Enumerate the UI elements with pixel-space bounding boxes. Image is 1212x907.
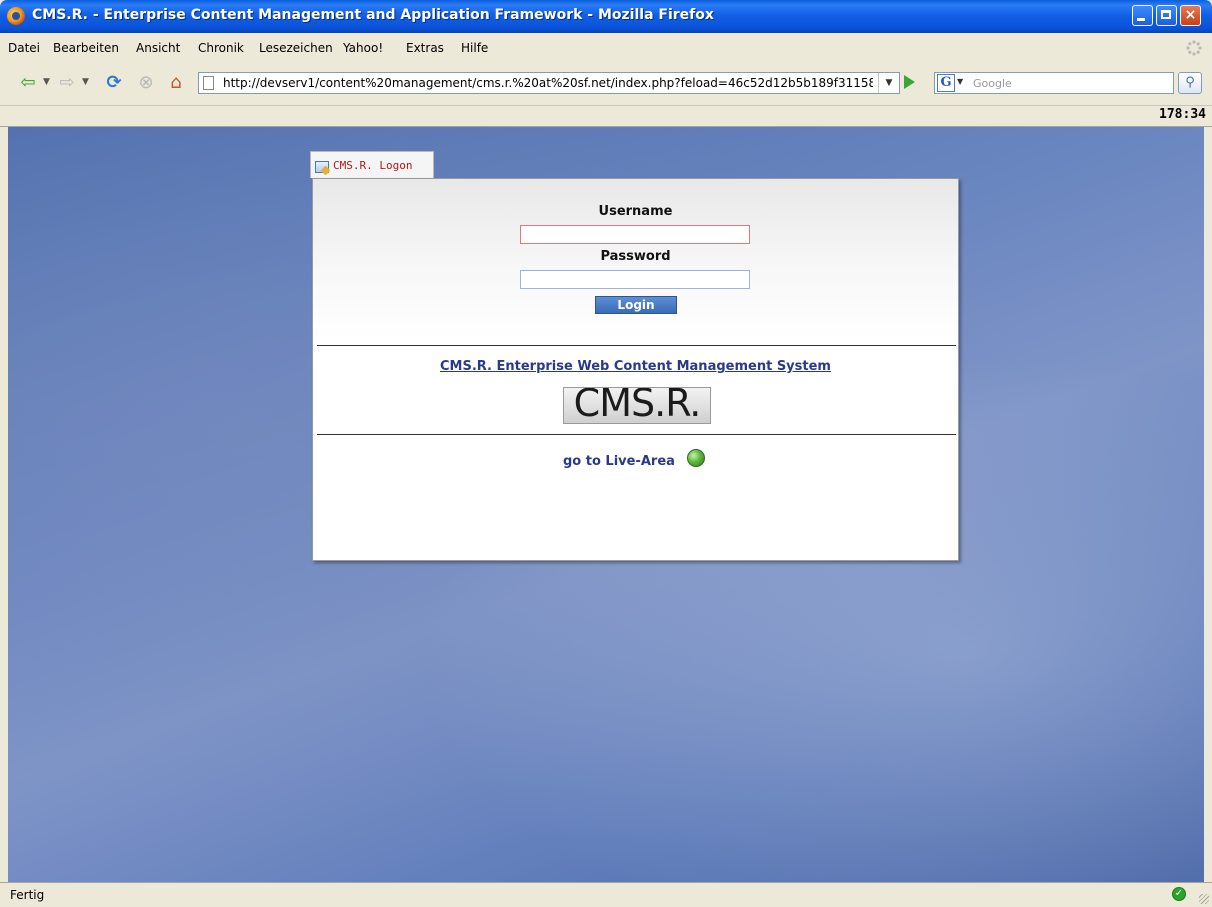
password-field[interactable] xyxy=(520,270,750,289)
google-icon[interactable]: G xyxy=(937,74,955,92)
menu-item-lesezeichen[interactable]: Lesezeichen xyxy=(259,41,333,55)
divider xyxy=(317,345,956,346)
back-history-dropdown[interactable]: ▼ xyxy=(43,77,50,87)
divider xyxy=(317,434,956,435)
cmsr-logo-text: CMS.R. xyxy=(573,387,702,424)
menu-item-yahoo[interactable]: Yahoo! xyxy=(343,41,383,55)
session-timer: 178:34 xyxy=(1159,107,1206,122)
status-ok-icon: ✓ xyxy=(1172,887,1186,901)
navigation-toolbar: ⇦ ▼ ⇨ ▼ ⟳ ⊗ ⌂ http://devserv1/content%20… xyxy=(0,63,1212,106)
throbber-icon xyxy=(1186,40,1202,56)
minimize-button[interactable] xyxy=(1132,5,1153,26)
login-button[interactable]: Login xyxy=(595,296,677,314)
search-icon[interactable]: ⚲ xyxy=(1178,72,1202,94)
cmsr-homepage-link[interactable]: CMS.R. Enterprise Web Content Management… xyxy=(313,359,958,374)
logon-tab-icon xyxy=(315,161,329,173)
cmsr-logo: CMS.R. xyxy=(563,387,711,424)
menu-item-extras[interactable]: Extras xyxy=(406,41,444,55)
globe-icon[interactable] xyxy=(687,449,705,467)
search-box[interactable]: G ▼ Google xyxy=(934,72,1174,94)
menu-item-chronik[interactable]: Chronik xyxy=(198,41,244,55)
password-label: Password xyxy=(600,249,671,264)
search-input[interactable]: Google xyxy=(973,77,1012,90)
window-title: CMS.R. - Enterprise Content Management a… xyxy=(32,7,714,23)
menu-item-ansicht[interactable]: Ansicht xyxy=(136,41,180,55)
page-content: CMS.R. Logon Username Password Login CMS… xyxy=(8,127,1204,882)
reload-icon[interactable]: ⟳ xyxy=(104,73,124,93)
username-field[interactable] xyxy=(520,225,750,244)
maximize-button[interactable] xyxy=(1156,5,1177,26)
session-strip: 178:34 xyxy=(0,106,1212,127)
back-icon[interactable]: ⇦ xyxy=(18,73,38,93)
resize-grip-icon[interactable] xyxy=(1199,894,1209,904)
close-button[interactable]: × xyxy=(1180,5,1201,26)
firefox-icon xyxy=(7,7,25,25)
stop-icon[interactable]: ⊗ xyxy=(136,73,156,93)
logon-tab[interactable]: CMS.R. Logon xyxy=(310,151,434,178)
page-icon xyxy=(203,76,214,90)
window-titlebar[interactable]: CMS.R. - Enterprise Content Management a… xyxy=(0,0,1212,33)
address-url[interactable]: http://devserv1/content%20management/cms… xyxy=(223,76,873,90)
menu-bar: Datei Bearbeiten Ansicht Chronik Lesezei… xyxy=(0,33,1212,64)
home-icon[interactable]: ⌂ xyxy=(166,73,186,93)
menu-item-hilfe[interactable]: Hilfe xyxy=(461,41,488,55)
menu-item-datei[interactable]: Datei xyxy=(8,41,40,55)
status-text: Fertig xyxy=(10,888,45,902)
login-panel: Username Password Login CMS.R. Enterpris… xyxy=(312,178,959,561)
forward-history-dropdown[interactable]: ▼ xyxy=(82,77,89,87)
status-bar: Fertig ✓ xyxy=(0,882,1212,907)
close-icon: × xyxy=(1184,7,1197,23)
search-engine-dropdown[interactable]: ▼ xyxy=(957,77,963,86)
address-history-dropdown[interactable]: ▼ xyxy=(878,73,899,93)
logon-tab-label: CMS.R. Logon xyxy=(333,159,413,172)
forward-icon[interactable]: ⇨ xyxy=(57,73,77,93)
go-icon[interactable] xyxy=(904,75,915,89)
username-label: Username xyxy=(598,204,673,219)
live-area-link[interactable]: go to Live-Area xyxy=(563,454,675,469)
address-bar[interactable]: http://devserv1/content%20management/cms… xyxy=(198,72,900,94)
menu-item-bearbeiten[interactable]: Bearbeiten xyxy=(53,41,119,55)
